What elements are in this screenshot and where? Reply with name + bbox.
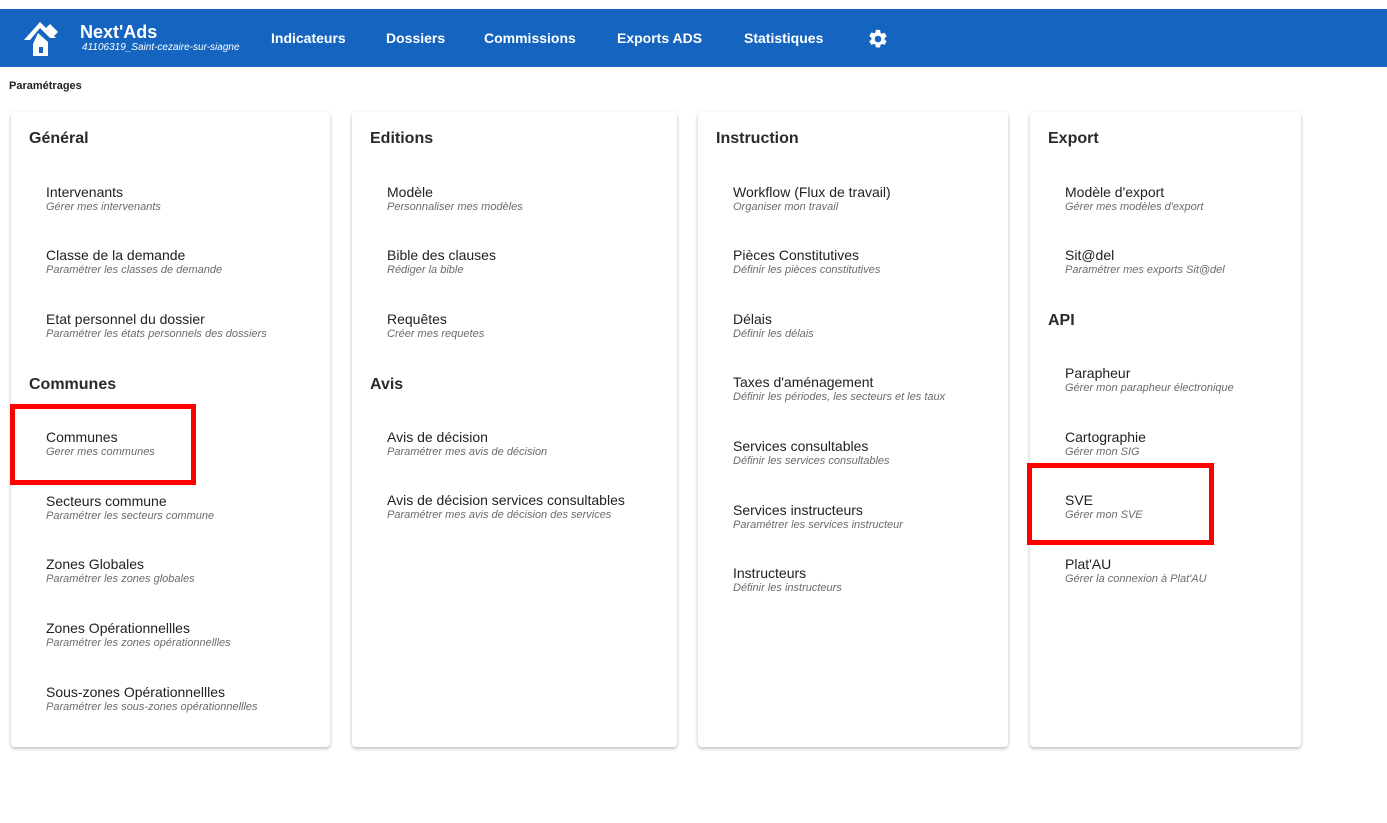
card-editions: Editions Modèle Personnaliser mes modèle…: [352, 112, 677, 747]
settings-item-taxes-amenagement[interactable]: Taxes d'aménagement Définir les périodes…: [733, 374, 945, 404]
item-title: Plat'AU: [1065, 556, 1112, 572]
nav-exports-ads[interactable]: Exports ADS: [617, 9, 702, 67]
item-subtitle: Définir les délais: [733, 328, 814, 340]
item-title: Sous-zones Opérationnellles: [46, 684, 225, 700]
card-instruction: Instruction Workflow (Flux de travail) O…: [698, 112, 1008, 747]
item-subtitle: Paramétrer les classes de demande: [46, 264, 223, 276]
item-title: Modèle d'export: [1065, 184, 1165, 200]
item-subtitle: Définir les périodes, les secteurs et le…: [733, 391, 946, 403]
settings-item-cartographie[interactable]: Cartographie Gérer mon SIG: [1065, 429, 1146, 459]
settings-item-classe-demande[interactable]: Classe de la demande Paramétrer les clas…: [46, 247, 222, 277]
item-subtitle: Gérer mes modèles d'export: [1065, 201, 1204, 213]
item-title: Pièces Constitutives: [733, 247, 860, 263]
section-title-export: Export: [1048, 130, 1099, 147]
item-title: Intervenants: [46, 184, 124, 200]
item-subtitle: Gérer mes intervenants: [46, 201, 161, 213]
item-title: Requêtes: [387, 311, 447, 327]
item-title: Modèle: [387, 184, 433, 200]
settings-item-zones-globales[interactable]: Zones Globales Paramétrer les zones glob…: [46, 556, 195, 586]
item-title: Parapheur: [1065, 365, 1131, 381]
settings-item-intervenants[interactable]: Intervenants Gérer mes intervenants: [46, 184, 161, 214]
settings-item-delais[interactable]: Délais Définir les délais: [733, 311, 814, 341]
page-title: Paramétrages: [9, 80, 82, 92]
item-subtitle: Paramétrer mes avis de décision des serv…: [387, 509, 612, 521]
item-subtitle: Organiser mon travail: [733, 201, 839, 213]
item-subtitle: Définir les instructeurs: [733, 582, 842, 594]
top-app-bar: Next'Ads 41106319_Saint-cezaire-sur-siag…: [0, 9, 1387, 67]
item-title: Services instructeurs: [733, 502, 863, 518]
item-subtitle: Personnaliser mes modèles: [387, 201, 523, 213]
nav-indicateurs[interactable]: Indicateurs: [271, 9, 346, 67]
card-export: Export Modèle d'export Gérer mes modèles…: [1030, 112, 1301, 747]
item-subtitle: Gérer mon parapheur électronique: [1065, 382, 1234, 394]
section-title-communes: Communes: [29, 376, 117, 393]
item-title: Bible des clauses: [387, 247, 496, 263]
nav-dossiers[interactable]: Dossiers: [386, 9, 445, 67]
settings-item-instructeurs[interactable]: Instructeurs Définir les instructeurs: [733, 565, 842, 595]
item-subtitle: Rédiger la bible: [387, 264, 464, 276]
settings-item-avis-decision[interactable]: Avis de décision Paramétrer mes avis de …: [387, 429, 547, 459]
item-title: Avis de décision services consultables: [387, 492, 625, 508]
settings-item-secteurs-commune[interactable]: Secteurs commune Paramétrer les secteurs…: [46, 493, 214, 523]
section-title-instruction: Instruction: [716, 130, 799, 147]
highlight-box-sve: [1027, 463, 1214, 545]
item-subtitle: Paramétrer les états personnels des doss…: [46, 328, 267, 340]
item-subtitle: Paramétrer mes exports Sit@del: [1065, 264, 1225, 276]
settings-item-modele[interactable]: Modèle Personnaliser mes modèles: [387, 184, 523, 214]
item-title: Avis de décision: [387, 429, 488, 445]
settings-item-avis-decision-services[interactable]: Avis de décision services consultables P…: [387, 492, 625, 522]
item-title: Cartographie: [1065, 429, 1146, 445]
settings-item-sitadel[interactable]: Sit@del Paramétrer mes exports Sit@del: [1065, 247, 1225, 277]
item-title: Zones Globales: [46, 556, 145, 572]
item-title: Instructeurs: [733, 565, 807, 581]
item-subtitle: Gérer mon SIG: [1065, 446, 1140, 458]
item-subtitle: Définir les pièces constitutives: [733, 264, 881, 276]
settings-item-workflow[interactable]: Workflow (Flux de travail) Organiser mon…: [733, 184, 891, 214]
settings-item-zones-operationnelles[interactable]: Zones Opérationnellles Paramétrer les zo…: [46, 620, 231, 650]
app-name: Next'Ads: [80, 22, 158, 42]
item-title: Services consultables: [733, 438, 869, 454]
item-title: Délais: [733, 311, 772, 327]
settings-item-services-instructeurs[interactable]: Services instructeurs Paramétrer les ser…: [733, 502, 903, 532]
brand[interactable]: Next'Ads 41106319_Saint-cezaire-sur-siag…: [20, 9, 240, 67]
item-subtitle: Paramétrer mes avis de décision: [387, 446, 548, 458]
item-subtitle: Définir les services consultables: [733, 455, 890, 467]
section-title-avis: Avis: [370, 376, 404, 393]
gear-icon[interactable]: [867, 28, 889, 50]
settings-item-services-consultables[interactable]: Services consultables Définir les servic…: [733, 438, 890, 468]
settings-item-platau[interactable]: Plat'AU Gérer la connexion à Plat'AU: [1065, 556, 1207, 586]
item-subtitle: Paramétrer les zones globales: [46, 573, 195, 585]
section-title-api: API: [1048, 312, 1075, 329]
section-title-general: Général: [29, 130, 89, 147]
item-title: Workflow (Flux de travail): [733, 184, 891, 200]
commune-code: 41106319_Saint-cezaire-sur-siagne: [82, 42, 240, 53]
item-title: Taxes d'aménagement: [733, 374, 874, 390]
highlight-box-communes: [10, 404, 196, 485]
nav-statistiques[interactable]: Statistiques: [744, 9, 823, 67]
settings-item-parapheur[interactable]: Parapheur Gérer mon parapheur électroniq…: [1065, 365, 1234, 395]
item-subtitle: Gérer la connexion à Plat'AU: [1065, 573, 1207, 585]
settings-item-modele-export[interactable]: Modèle d'export Gérer mes modèles d'expo…: [1065, 184, 1203, 214]
item-subtitle: Paramétrer les zones opérationnellles: [46, 637, 231, 649]
settings-item-pieces-constitutives[interactable]: Pièces Constitutives Définir les pièces …: [733, 247, 880, 277]
item-title: Etat personnel du dossier: [46, 311, 205, 327]
item-subtitle: Paramétrer les secteurs commune: [46, 510, 215, 522]
item-title: Secteurs commune: [46, 493, 167, 509]
settings-item-etat-personnel[interactable]: Etat personnel du dossier Paramétrer les…: [46, 311, 267, 341]
item-subtitle: Créer mes requetes: [387, 328, 485, 340]
item-subtitle: Paramétrer les services instructeur: [733, 519, 903, 531]
item-subtitle: Paramétrer les sous-zones opérationnelll…: [46, 701, 258, 713]
item-title: Sit@del: [1065, 247, 1115, 263]
item-title: Classe de la demande: [46, 247, 186, 263]
nav-commissions[interactable]: Commissions: [484, 9, 576, 67]
section-title-editions: Editions: [370, 130, 434, 147]
home-logo-icon: [24, 22, 58, 56]
item-title: Zones Opérationnellles: [46, 620, 190, 636]
settings-item-requetes[interactable]: Requêtes Créer mes requetes: [387, 311, 484, 341]
settings-item-sous-zones-operationnelles[interactable]: Sous-zones Opérationnellles Paramétrer l…: [46, 684, 258, 714]
settings-item-bible-clauses[interactable]: Bible des clauses Rédiger la bible: [387, 247, 496, 277]
